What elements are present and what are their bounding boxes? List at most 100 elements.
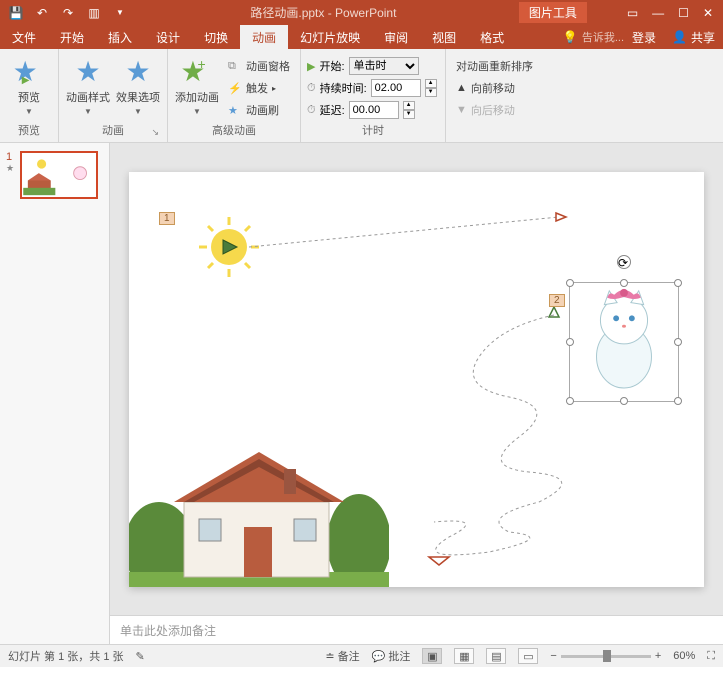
maximize-icon[interactable]: ☐ — [678, 6, 689, 20]
zoom-slider[interactable]: − + — [550, 650, 661, 662]
notes-pane[interactable]: 单击此处添加备注 — [110, 615, 723, 644]
tab-file[interactable]: 文件 — [0, 25, 48, 50]
preview-button[interactable]: ★▶ 预览 ▼ — [6, 55, 52, 116]
notes-toggle[interactable]: ≐ 备注 — [325, 648, 359, 664]
spellcheck-icon[interactable]: ✎ — [136, 650, 145, 663]
chevron-down-icon: ▼ — [134, 107, 142, 116]
handle-s[interactable] — [620, 397, 628, 405]
share-label: 共享 — [691, 29, 715, 46]
tab-review[interactable]: 审阅 — [372, 25, 420, 50]
redo-icon[interactable]: ↷ — [60, 5, 76, 21]
group-label-timing: 计时 — [307, 122, 439, 140]
slide-counter[interactable]: 幻灯片 第 1 张，共 1 张 — [8, 648, 124, 664]
spinner-up-icon[interactable]: ▲ — [403, 101, 415, 110]
chevron-down-icon: ▼ — [193, 107, 201, 116]
add-animation-button[interactable]: ★+ 添加动画 ▼ — [174, 55, 220, 116]
group-advanced-animation: ★+ 添加动画 ▼ ⧉ 动画窗格 ⚡ 触发 ▸ ★ 动画刷 — [168, 49, 301, 142]
window-controls: ▭ — ☐ ✕ — [627, 6, 723, 20]
zoom-in-icon[interactable]: + — [655, 650, 661, 662]
motion-path-scribble[interactable] — [379, 307, 609, 572]
slide[interactable]: 1 2 — [129, 172, 704, 587]
tab-insert[interactable]: 插入 — [96, 25, 144, 50]
move-later-label: 向后移动 — [471, 102, 515, 118]
tellme-icon: 💡 — [563, 30, 582, 44]
zoom-out-icon[interactable]: − — [550, 650, 556, 662]
start-from-beginning-icon[interactable]: ▥ — [86, 5, 102, 21]
handle-e[interactable] — [674, 338, 682, 346]
zoom-thumb[interactable] — [603, 650, 611, 662]
statusbar: 幻灯片 第 1 张，共 1 张 ✎ ≐ 备注 💬 批注 ▣ ▦ ▤ ▭ − + … — [0, 644, 723, 667]
group-label-advanced: 高级动画 — [174, 122, 294, 140]
spinner-down-icon[interactable]: ▼ — [403, 110, 415, 119]
slideshow-view-button[interactable]: ▭ — [518, 648, 538, 664]
sun-shape[interactable] — [194, 207, 574, 277]
undo-icon[interactable]: ↶ — [34, 5, 50, 21]
animation-painter-button[interactable]: ★ 动画刷 — [224, 99, 294, 121]
comments-toggle[interactable]: 💬 批注 — [372, 648, 411, 664]
arrow-up-icon: ▲ — [456, 82, 467, 94]
tab-animations[interactable]: 动画 — [240, 25, 288, 50]
document-title: 路径动画.pptx - PowerPoint — [128, 4, 519, 21]
animation-style-button[interactable]: ★ 动画样式 ▼ — [65, 55, 111, 116]
pane-icon: ⧉ — [228, 60, 242, 73]
login-button[interactable]: 登录 — [624, 25, 664, 50]
group-label-preview: 预览 — [6, 122, 52, 140]
effect-options-button[interactable]: ★ 效果选项 ▼ — [115, 55, 161, 116]
ribbon-options-icon[interactable]: ▭ — [627, 6, 638, 20]
share-button[interactable]: 👤 共享 — [664, 29, 723, 46]
chevron-down-icon: ▼ — [84, 107, 92, 116]
dialog-launcher-icon[interactable]: ↘ — [151, 127, 159, 138]
reading-view-button[interactable]: ▤ — [486, 648, 506, 664]
tab-slideshow[interactable]: 幻灯片放映 — [288, 25, 372, 50]
tab-design[interactable]: 设计 — [144, 25, 192, 50]
fit-to-window-icon[interactable]: ⛶ — [707, 650, 715, 663]
clock-icon: ⏱ — [307, 82, 316, 95]
thumbnail-1[interactable] — [20, 151, 98, 199]
move-earlier-button[interactable]: ▲ 向前移动 — [452, 77, 519, 99]
tell-me-input[interactable]: 告诉我... — [582, 29, 624, 45]
trigger-button[interactable]: ⚡ 触发 ▸ — [224, 77, 294, 99]
start-select[interactable]: 单击时 — [349, 57, 419, 75]
thumbnail-slot[interactable]: 1 ★ — [6, 151, 103, 199]
house-image[interactable] — [129, 427, 389, 587]
tab-format[interactable]: 格式 — [468, 25, 516, 50]
reorder-heading: 对动画重新排序 — [452, 55, 537, 77]
handle-ne[interactable] — [674, 279, 682, 287]
tab-home[interactable]: 开始 — [48, 25, 96, 50]
group-preview: ★▶ 预览 ▼ 预览 — [0, 49, 59, 142]
handle-n[interactable] — [620, 279, 628, 287]
animation-tag-1[interactable]: 1 — [159, 212, 175, 225]
spinner-up-icon[interactable]: ▲ — [425, 79, 437, 88]
slide-area: 1 2 — [110, 143, 723, 644]
animation-pane-label: 动画窗格 — [246, 58, 290, 74]
group-animation: ★ 动画样式 ▼ ★ 效果选项 ▼ 动画↘ — [59, 49, 168, 142]
ribbon: ★▶ 预览 ▼ 预览 ★ 动画样式 ▼ ★ 效果选项 ▼ 动画↘ ★+ — [0, 49, 723, 143]
save-icon[interactable]: 💾 — [8, 5, 24, 21]
qat-customize-icon[interactable]: ▼ — [112, 5, 128, 21]
rotate-handle[interactable]: ⟳ — [617, 255, 631, 269]
animation-style-label: 动画样式 — [66, 89, 110, 105]
spinner-down-icon[interactable]: ▼ — [425, 88, 437, 97]
duration-input[interactable] — [371, 79, 421, 97]
handle-nw[interactable] — [566, 279, 574, 287]
tab-transitions[interactable]: 切换 — [192, 25, 240, 50]
preview-label: 预览 — [18, 89, 40, 105]
sorter-view-button[interactable]: ▦ — [454, 648, 474, 664]
play-icon: ▶ — [307, 60, 315, 73]
group-label-spacer — [452, 126, 537, 140]
close-icon[interactable]: ✕ — [703, 6, 713, 20]
handle-se[interactable] — [674, 397, 682, 405]
animation-pane-button[interactable]: ⧉ 动画窗格 — [224, 55, 294, 77]
zoom-percent[interactable]: 60% — [673, 650, 695, 662]
normal-view-button[interactable]: ▣ — [422, 648, 442, 664]
minimize-icon[interactable]: — — [652, 6, 664, 20]
slide-canvas[interactable]: 1 2 — [110, 143, 723, 615]
painter-icon: ★ — [228, 104, 242, 117]
delay-input[interactable] — [349, 101, 399, 119]
tab-view[interactable]: 视图 — [420, 25, 468, 50]
group-timing: ▶ 开始: 单击时 ⏱ 持续时间: ▲▼ ⏱ 延迟: ▲▼ 计时 — [301, 49, 446, 142]
animation-indicator-icon: ★ — [6, 163, 16, 174]
picture-tools-tab[interactable]: 图片工具 — [519, 2, 587, 23]
animation-tag-2[interactable]: 2 — [549, 294, 565, 307]
delay-label: 延迟: — [320, 102, 345, 118]
